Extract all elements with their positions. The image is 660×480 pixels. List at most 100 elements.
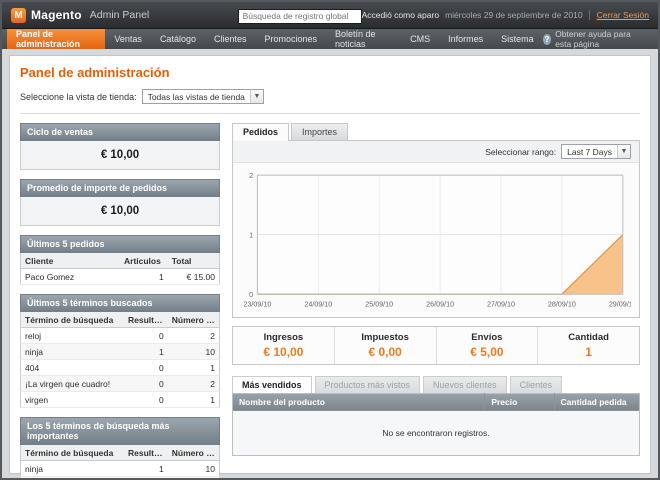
logged-in-as: Accedió como aparo bbox=[362, 10, 440, 20]
stat-quantity: Cantidad 1 bbox=[537, 327, 639, 364]
lifetime-sales-panel: Ciclo de ventas € 10,00 bbox=[20, 123, 220, 170]
store-view-row: Seleccione la vista de tienda: Todas las… bbox=[20, 89, 640, 114]
totals-bar: Ingresos € 10,00 Impuestos € 0,00 Envíos… bbox=[232, 326, 640, 365]
panel-title: Últimos 5 términos buscados bbox=[20, 294, 220, 312]
nav-item-promotions[interactable]: Promociones bbox=[255, 29, 326, 49]
svg-text:23/09/10: 23/09/10 bbox=[243, 301, 271, 309]
nav-item-reports[interactable]: Informes bbox=[439, 29, 492, 49]
panel-title: Promedio de importe de pedidos bbox=[20, 179, 220, 197]
average-order-panel: Promedio de importe de pedidos € 10,00 bbox=[20, 179, 220, 226]
table-row[interactable]: reloj 0 2 bbox=[21, 328, 220, 344]
svg-text:28/09/10: 28/09/10 bbox=[548, 301, 576, 309]
last-search-table: Término de búsqueda Resultados Número de… bbox=[20, 312, 220, 408]
magento-logo-icon: M bbox=[11, 8, 26, 23]
average-order-value: € 10,00 bbox=[20, 197, 220, 226]
brand: M Magento Admin Panel bbox=[11, 8, 238, 23]
left-column: Ciclo de ventas € 10,00 Promedio de impo… bbox=[20, 123, 220, 480]
table-header-row: Término de búsqueda Resultados Número de… bbox=[21, 445, 220, 461]
current-date: miércoles 29 de septiembre de 2010 bbox=[445, 10, 583, 20]
range-row: Seleccionar rango: Last 7 Days ▼ bbox=[233, 141, 639, 163]
empty-row: No se encontraron registros. bbox=[233, 411, 640, 456]
nav-item-newsletter[interactable]: Boletín de noticias bbox=[326, 29, 401, 49]
logout-link[interactable]: Cerrar Sesión bbox=[589, 10, 649, 20]
tab-nuevos-clientes[interactable]: Nuevos clientes bbox=[423, 376, 507, 393]
table-row[interactable]: Paco Gomez 1 € 15.00 bbox=[21, 269, 220, 285]
top-header: M Magento Admin Panel Accedió como aparo… bbox=[2, 2, 658, 29]
svg-text:26/09/10: 26/09/10 bbox=[426, 301, 454, 309]
right-column: Pedidos Importes Seleccionar rango: Last… bbox=[232, 123, 640, 480]
dashboard-main: Ciclo de ventas € 10,00 Promedio de impo… bbox=[20, 123, 640, 480]
store-view-select[interactable]: Todas las vistas de tienda ▼ bbox=[142, 89, 264, 104]
col-header: Total bbox=[168, 253, 220, 269]
chevron-down-icon: ▼ bbox=[250, 90, 263, 103]
col-header: Número de usos bbox=[168, 445, 220, 461]
help-label: Obtener ayuda para esta página bbox=[555, 29, 649, 49]
table-row[interactable]: ninja 1 10 bbox=[21, 344, 220, 360]
nav-item-dashboard[interactable]: Panel de administración bbox=[7, 29, 105, 49]
table-header-row: Término de búsqueda Resultados Número de… bbox=[21, 312, 220, 328]
col-header: Resultados bbox=[124, 445, 168, 461]
help-link[interactable]: ? Obtener ayuda para esta página bbox=[543, 29, 658, 49]
panel-title: Los 5 términos de búsqueda más important… bbox=[20, 417, 220, 445]
global-search bbox=[238, 6, 362, 24]
magento-admin-window: M Magento Admin Panel Accedió como aparo… bbox=[0, 0, 660, 480]
col-header: Nombre del producto bbox=[233, 393, 485, 411]
orders-area-chart: 01223/09/1024/09/1025/09/1026/09/1027/09… bbox=[241, 169, 631, 315]
col-header: Término de búsqueda bbox=[21, 312, 124, 328]
stat-shipping: Envíos € 5,00 bbox=[436, 327, 538, 364]
tab-pedidos[interactable]: Pedidos bbox=[232, 123, 289, 141]
tab-productos-mas-vistos[interactable]: Productos más vistos bbox=[315, 376, 421, 393]
store-view-label: Seleccione la vista de tienda: bbox=[20, 92, 137, 102]
help-icon: ? bbox=[543, 34, 551, 45]
nav-item-system[interactable]: Sistema bbox=[492, 29, 543, 49]
lifetime-sales-value: € 10,00 bbox=[20, 141, 220, 170]
chevron-down-icon: ▼ bbox=[617, 145, 630, 158]
main-nav: Panel de administración Ventas Catálogo … bbox=[2, 29, 658, 49]
content-card: Panel de administración Seleccione la vi… bbox=[9, 55, 651, 474]
col-header: Precio bbox=[485, 393, 554, 411]
nav-item-cms[interactable]: CMS bbox=[401, 29, 439, 49]
table-row[interactable]: ¡La virgen que cuadro! 0 2 bbox=[21, 376, 220, 392]
tab-clientes[interactable]: Clientes bbox=[510, 376, 563, 393]
stat-revenue: Ingresos € 10,00 bbox=[233, 327, 334, 364]
top-search-table: Término de búsqueda Resultados Número de… bbox=[20, 445, 220, 480]
orders-chart-panel: Seleccionar rango: Last 7 Days ▼ 01223/0… bbox=[232, 140, 640, 318]
brand-name: Magento bbox=[31, 8, 82, 22]
table-row[interactable]: ninja 1 10 bbox=[21, 461, 220, 477]
col-header: Número de usos bbox=[168, 312, 220, 328]
col-header: Cliente bbox=[21, 253, 121, 269]
last-orders-table: Cliente Artículos Total Paco Gomez 1 € 1… bbox=[20, 253, 220, 285]
session-info: Accedió como aparo miércoles 29 de septi… bbox=[362, 10, 649, 20]
col-header: Artículos bbox=[120, 253, 168, 269]
nav-item-customers[interactable]: Clientes bbox=[205, 29, 256, 49]
brand-suffix: Admin Panel bbox=[90, 9, 150, 21]
empty-message: No se encontraron registros. bbox=[233, 411, 640, 456]
table-header-row: Cliente Artículos Total bbox=[21, 253, 220, 269]
col-header: Cantidad pedida bbox=[554, 393, 639, 411]
svg-text:27/09/10: 27/09/10 bbox=[487, 301, 515, 309]
last-search-panel: Últimos 5 términos buscados Término de b… bbox=[20, 294, 220, 408]
svg-text:0: 0 bbox=[249, 290, 253, 299]
svg-text:1: 1 bbox=[249, 230, 253, 239]
top-search-panel: Los 5 términos de búsqueda más important… bbox=[20, 417, 220, 480]
range-label: Seleccionar rango: bbox=[485, 147, 556, 157]
svg-text:25/09/10: 25/09/10 bbox=[365, 301, 393, 309]
panel-title: Últimos 5 pedidos bbox=[20, 235, 220, 253]
global-search-input[interactable] bbox=[238, 9, 362, 24]
nav-item-sales[interactable]: Ventas bbox=[105, 29, 151, 49]
table-row[interactable]: 404 0 1 bbox=[21, 360, 220, 376]
chart-tabs: Pedidos Importes bbox=[232, 123, 640, 140]
tab-mas-vendidos[interactable]: Más vendidos bbox=[232, 376, 312, 393]
table-row[interactable]: virgen 0 1 bbox=[21, 392, 220, 408]
page-title: Panel de administración bbox=[20, 65, 640, 80]
product-tabs: Más vendidos Productos más vistos Nuevos… bbox=[232, 376, 640, 393]
panel-title: Ciclo de ventas bbox=[20, 123, 220, 141]
tab-importes[interactable]: Importes bbox=[291, 123, 348, 140]
svg-text:29/09/10: 29/09/10 bbox=[609, 301, 631, 309]
nav-item-catalog[interactable]: Catálogo bbox=[151, 29, 205, 49]
stat-tax: Impuestos € 0,00 bbox=[334, 327, 436, 364]
range-select[interactable]: Last 7 Days ▼ bbox=[561, 144, 631, 159]
col-header: Término de búsqueda bbox=[21, 445, 124, 461]
svg-text:24/09/10: 24/09/10 bbox=[304, 301, 332, 309]
table-row[interactable]: reloj 0 2 bbox=[21, 477, 220, 480]
